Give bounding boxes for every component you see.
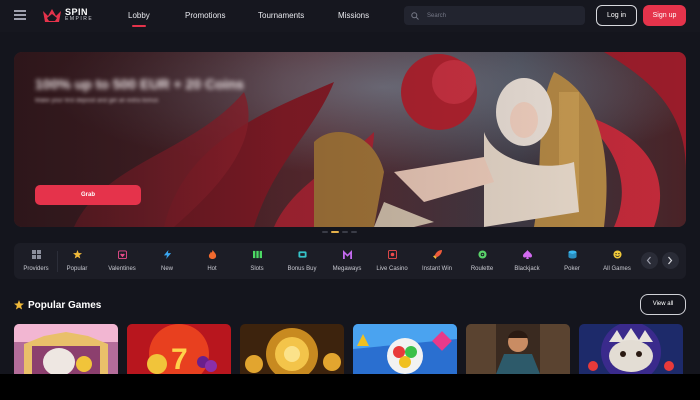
game-thumbnail [579,324,683,374]
category-label: All Games [603,266,631,272]
category-popular[interactable]: Popular [55,243,99,279]
banner-subtitle: Make your first deposit and get an extra… [35,98,159,104]
crown-logo-icon [43,9,61,22]
search-placeholder: Search [427,12,447,19]
roulette-icon [478,250,487,259]
top-header: SPIN EMPIRE Lobby Promotions Tournaments… [0,0,700,32]
star-icon [14,300,24,310]
category-providers[interactable]: Providers [14,243,58,279]
logo-text-secondary: EMPIRE [65,16,94,22]
game-thumbnail [466,324,570,374]
search-icon [411,11,419,20]
heart-calendar-icon [118,250,127,259]
category-instant-win[interactable]: Instant Win [415,243,459,279]
section-title: Popular Games [28,299,102,311]
chevron-right-icon [668,256,673,265]
rocket-icon [433,250,442,259]
category-bar: Providers Popular Valentines New Hot Slo… [14,243,686,279]
carousel-dot[interactable] [342,231,348,233]
game-thumbnail [353,324,457,374]
category-slots[interactable]: Slots [235,243,279,279]
category-megaways[interactable]: Megaways [325,243,369,279]
game-tile[interactable] [466,324,570,374]
chips-icon [568,250,577,259]
category-new[interactable]: New [145,243,189,279]
spade-icon [523,250,532,259]
megaways-icon [343,250,352,259]
game-tile[interactable] [240,324,344,374]
scroll-right-button[interactable] [662,252,679,269]
game-thumbnail [14,324,118,374]
login-button[interactable]: Log in [596,5,637,26]
banner-title: 100% up to 500 EUR + 20 Coins [35,76,244,92]
live-icon [388,250,397,259]
chevron-left-icon [646,256,651,265]
scroll-left-button[interactable] [641,252,658,269]
carousel-indicator [322,231,357,234]
game-tile[interactable]: 7 [127,324,231,374]
view-all-button[interactable]: View all [640,294,686,315]
carousel-dot-active[interactable] [331,231,339,233]
nav-promotions[interactable]: Promotions [185,0,225,32]
grab-button[interactable]: Grab [35,185,141,205]
menu-icon[interactable] [14,10,26,20]
nav-lobby[interactable]: Lobby [128,0,150,32]
carousel-dot[interactable] [351,231,357,233]
search-input[interactable]: Search [404,6,585,25]
nav-missions[interactable]: Missions [338,0,369,32]
nav-tournaments[interactable]: Tournaments [258,0,304,32]
category-hot[interactable]: Hot [190,243,234,279]
category-live-casino[interactable]: Live Casino [370,243,414,279]
slots-icon [253,250,262,259]
category-bonus-buy[interactable]: Bonus Buy [280,243,324,279]
game-tile[interactable] [353,324,457,374]
signup-button[interactable]: Sign up [643,5,686,26]
category-blackjack[interactable]: Blackjack [505,243,549,279]
flame-icon [208,250,217,259]
cart-icon [298,251,307,258]
game-tile[interactable] [14,324,118,374]
promo-banner[interactable]: 100% up to 500 EUR + 20 Coins Make your … [14,52,686,227]
category-roulette[interactable]: Roulette [460,243,504,279]
grid-icon [32,250,41,259]
category-poker[interactable]: Poker [550,243,594,279]
game-thumbnail [240,324,344,374]
casino-lobby-page: SPIN EMPIRE Lobby Promotions Tournaments… [0,0,700,374]
logo-text-primary: SPIN [65,7,89,17]
lightning-icon [163,250,172,259]
game-tile[interactable] [579,324,683,374]
star-icon [73,250,82,259]
popular-games-header: Popular Games [14,298,101,312]
category-all-games[interactable]: All Games [595,243,639,279]
game-thumbnail: 7 [127,324,231,374]
smiley-icon [613,250,622,259]
carousel-dot[interactable] [322,231,328,233]
svg-text:7: 7 [171,343,188,374]
category-valentines[interactable]: Valentines [100,243,144,279]
logo[interactable]: SPIN EMPIRE [42,7,93,25]
